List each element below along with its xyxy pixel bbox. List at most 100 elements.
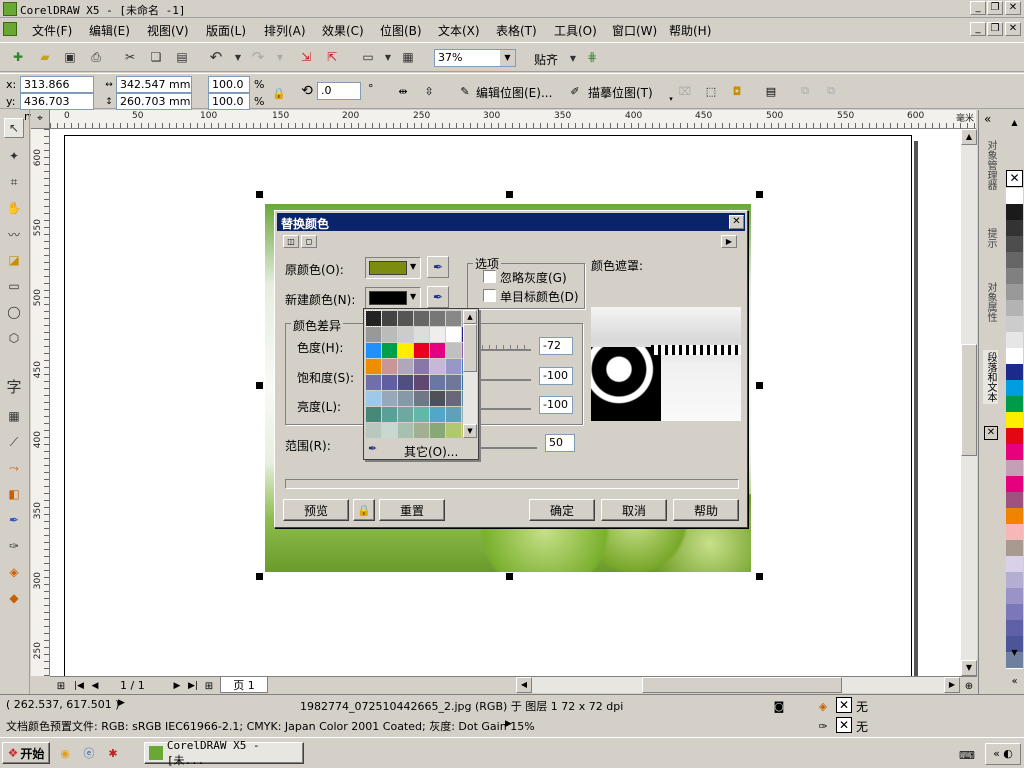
palette-swatch[interactable] xyxy=(1006,268,1023,285)
color-grid-swatch[interactable] xyxy=(446,311,461,326)
palette-swatch[interactable] xyxy=(1006,588,1023,605)
color-grid-swatch[interactable] xyxy=(366,391,381,406)
color-grid-swatch[interactable] xyxy=(382,375,397,390)
menu-text[interactable]: 文本(X) xyxy=(438,22,480,39)
palette-swatch[interactable] xyxy=(1006,540,1023,557)
tab-object-manager[interactable]: 对象管理器 xyxy=(983,140,998,190)
selection-handle[interactable] xyxy=(756,382,763,389)
palette-swatch[interactable] xyxy=(1006,380,1023,397)
color-grid-swatch[interactable] xyxy=(382,343,397,358)
y-position-field[interactable]: 436.703 mm xyxy=(20,93,94,123)
palette-swatch[interactable] xyxy=(1006,572,1023,589)
scroll-left-button[interactable]: ◀ xyxy=(516,677,532,693)
menu-edit[interactable]: 编辑(E) xyxy=(89,22,130,39)
palette-swatch[interactable] xyxy=(1006,460,1023,477)
add-page-before-icon[interactable]: ⊞ xyxy=(52,677,70,695)
status-expand-icon[interactable]: ▶ xyxy=(118,698,125,708)
x-position-field[interactable]: 313.866 mm xyxy=(20,76,94,106)
expand-dialog-icon[interactable]: ▶ xyxy=(721,235,737,248)
single-target-checkbox[interactable] xyxy=(483,289,496,302)
table-tool-icon[interactable]: ▦ xyxy=(4,406,24,426)
zoom-combo[interactable]: 37% ▼ xyxy=(434,49,516,67)
to-back-icon[interactable]: ⧉ xyxy=(822,82,840,100)
scroll-up-button[interactable]: ▲ xyxy=(961,129,977,145)
palette-swatch[interactable] xyxy=(1006,396,1023,413)
color-grid-swatch[interactable] xyxy=(382,423,397,438)
trace-bitmap-button[interactable]: 描摹位图(T) xyxy=(588,84,653,101)
snap-to-menu[interactable]: 贴齐 xyxy=(534,51,558,68)
color-grid-swatch[interactable] xyxy=(414,311,429,326)
palette-swatch[interactable] xyxy=(1006,604,1023,621)
chrome-icon[interactable]: ◉ xyxy=(56,744,74,762)
palette-swatch[interactable] xyxy=(1006,300,1023,317)
color-grid-swatch[interactable] xyxy=(446,343,461,358)
doc-minimize-button[interactable]: _ xyxy=(970,22,986,36)
smart-fill-tool-icon[interactable]: ◪ xyxy=(4,250,24,270)
single-preview-icon[interactable]: ◫ xyxy=(283,235,299,248)
eyedropper-tool-icon[interactable]: ✒ xyxy=(4,510,24,530)
menu-file[interactable]: 文件(F) xyxy=(32,22,72,39)
color-grid-swatch[interactable] xyxy=(382,311,397,326)
ok-button[interactable]: 确定 xyxy=(529,499,595,521)
vertical-ruler[interactable]: 600 550 500 450 400 350 300 250 xyxy=(31,129,50,676)
redo-dropdown-icon[interactable]: ▼ xyxy=(270,47,290,67)
cut-icon[interactable]: ✂ xyxy=(120,47,140,67)
palette-swatch[interactable] xyxy=(1006,204,1023,221)
dual-preview-icon[interactable]: ◻ xyxy=(301,235,317,248)
keyboard-icon[interactable]: ⌨ xyxy=(958,746,976,764)
menu-view[interactable]: 视图(V) xyxy=(147,22,189,39)
color-grid-swatch[interactable] xyxy=(398,407,413,422)
scroll-thumb[interactable] xyxy=(961,344,977,456)
dialog-close-button[interactable]: ✕ xyxy=(729,215,744,229)
open-folder-icon[interactable]: ▰ xyxy=(35,47,55,67)
color-grid-swatch[interactable] xyxy=(366,343,381,358)
zoom-navigator-icon[interactable]: ⊕ xyxy=(960,677,978,695)
range-slider-track[interactable] xyxy=(479,437,537,449)
fill-tool-icon[interactable]: ◈ xyxy=(4,562,24,582)
color-grid-swatch[interactable] xyxy=(398,327,413,342)
other-colors-button[interactable]: 其它(O)... xyxy=(404,443,458,460)
color-grid-swatch[interactable] xyxy=(446,407,461,422)
palette-no-color[interactable]: ✕ xyxy=(1006,170,1023,187)
interactive-fill-tool-icon[interactable]: ◆ xyxy=(4,588,24,608)
dynamic-guides-icon[interactable]: ⋕ xyxy=(582,47,602,67)
color-grid-swatch[interactable] xyxy=(414,423,429,438)
shape-tool-icon[interactable]: ✦ xyxy=(4,146,24,166)
saturation-value-field[interactable]: -100 xyxy=(539,367,573,385)
saturation-slider-track[interactable] xyxy=(475,369,531,381)
color-grid-swatch[interactable] xyxy=(398,359,413,374)
palette-scroll-up[interactable]: ▲ xyxy=(1006,118,1023,132)
color-grid-swatch[interactable] xyxy=(430,375,445,390)
color-grid-swatch[interactable] xyxy=(414,407,429,422)
color-grid-swatch[interactable] xyxy=(430,423,445,438)
minimize-button[interactable]: _ xyxy=(970,1,986,15)
scroll-right-button[interactable]: ▶ xyxy=(944,677,960,693)
outline-none-swatch[interactable]: ✕ xyxy=(836,717,852,733)
selection-handle[interactable] xyxy=(256,191,263,198)
ignore-gray-label[interactable]: 忽略灰度(G) xyxy=(500,269,567,286)
menu-table[interactable]: 表格(T) xyxy=(496,22,537,39)
application-launcher-icon[interactable]: ▭ xyxy=(358,47,378,67)
rectangle-tool-icon[interactable]: ▭ xyxy=(4,276,24,296)
palette-swatch[interactable] xyxy=(1006,284,1023,301)
export-icon[interactable]: ⇱ xyxy=(322,47,342,67)
rotation-field[interactable]: .0 xyxy=(317,82,361,100)
start-button[interactable]: ❖ 开始 xyxy=(2,742,50,764)
lightness-slider-track[interactable] xyxy=(475,398,531,410)
scale-width-field[interactable]: 100.0 xyxy=(208,76,250,93)
palette-swatch[interactable] xyxy=(1006,508,1023,525)
hue-slider-track[interactable] xyxy=(475,339,531,351)
color-grid-swatch[interactable] xyxy=(366,423,381,438)
vertical-scrollbar[interactable]: ▲ ▼ xyxy=(961,129,977,676)
palette-swatch[interactable] xyxy=(1006,412,1023,429)
width-field[interactable]: 342.547 mm xyxy=(116,76,192,93)
copy-icon[interactable]: ❏ xyxy=(146,47,166,67)
mirror-vertical-icon[interactable]: ⇳ xyxy=(420,82,438,100)
lock-ratio-icon[interactable]: 🔒 xyxy=(270,84,288,102)
palette-expand-icon[interactable]: « xyxy=(1006,676,1023,690)
color-grid-swatch[interactable] xyxy=(365,310,382,327)
crop-tool-icon[interactable]: ⌗ xyxy=(4,172,24,192)
prev-page-icon[interactable]: ◀ xyxy=(86,677,104,695)
palette-swatch[interactable] xyxy=(1006,620,1023,637)
color-grid-swatch[interactable] xyxy=(366,327,381,342)
